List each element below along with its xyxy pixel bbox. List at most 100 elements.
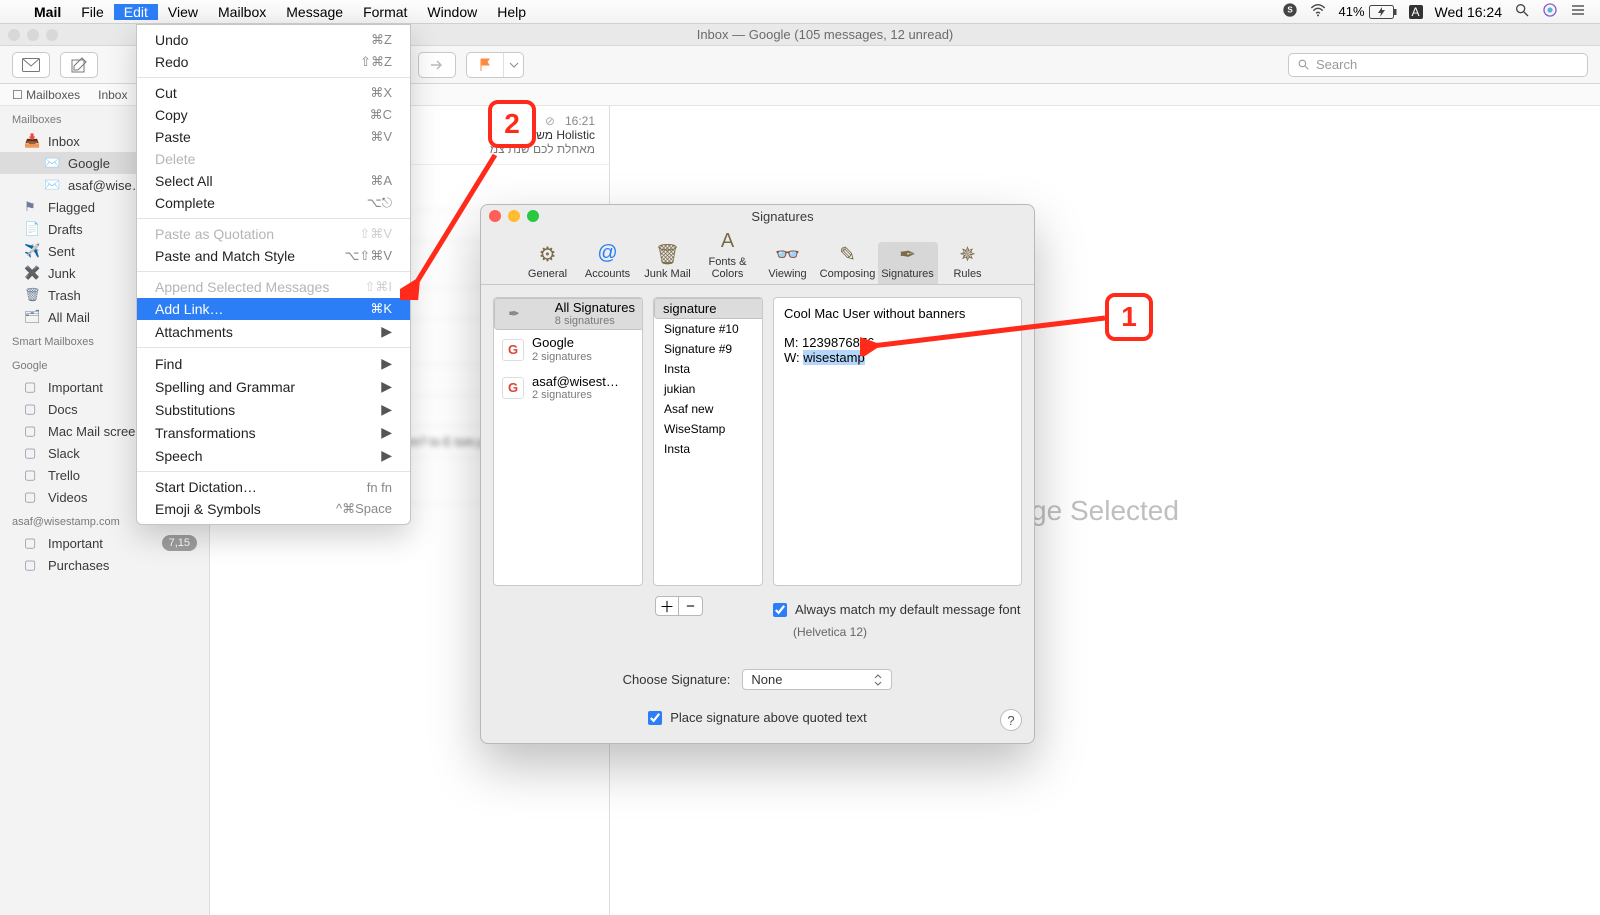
clock[interactable]: Wed 16:24 [1435, 4, 1502, 20]
search-input[interactable]: Search [1288, 53, 1588, 77]
help-button[interactable]: ? [1000, 709, 1022, 731]
sig-list-item[interactable]: Insta [654, 439, 762, 459]
fav-mailboxes[interactable]: ☐ Mailboxes [12, 88, 80, 102]
menu-item-paste-as-quotation: Paste as Quotation ⇧⌘V [137, 223, 410, 245]
pref-tab-accounts[interactable]: @Accounts [578, 242, 638, 284]
pref-tab-junk-mail[interactable]: 🗑Junk Mail [638, 242, 698, 284]
menu-item-label: Paste as Quotation [155, 226, 274, 242]
sig-zoom-button[interactable] [527, 210, 539, 222]
menu-item-attachments[interactable]: Attachments▶ [137, 320, 410, 343]
sig-minimize-button[interactable] [508, 210, 520, 222]
menu-item-paste[interactable]: Paste⌘V [137, 126, 410, 148]
menu-shortcut: ⌥⇧⌘V [344, 248, 392, 264]
menu-window[interactable]: Window [417, 4, 487, 20]
tab-icon: ⚙︎ [534, 242, 562, 266]
sig-editor-line2[interactable]: M: 1239876876 [784, 335, 1011, 350]
menu-edit[interactable]: Edit [114, 4, 158, 20]
notification-center-icon[interactable] [1570, 2, 1586, 21]
sig-account-item[interactable]: Gasaf@wisest…2 signatures [494, 369, 642, 407]
fav-inbox[interactable]: Inbox [98, 88, 127, 102]
svg-text:S: S [1288, 6, 1294, 15]
menu-item-complete[interactable]: Complete⌥⎋ [137, 192, 410, 214]
sidebar-item-important[interactable]: ▢Important7,15 [0, 532, 209, 554]
compose-button[interactable] [13, 53, 49, 77]
pref-tab-composing[interactable]: ✎Composing [818, 242, 878, 284]
pref-tab-rules[interactable]: ✵Rules [938, 242, 998, 284]
menu-format[interactable]: Format [353, 4, 417, 20]
submenu-chevron-icon: ▶ [381, 355, 392, 372]
battery-status[interactable]: 41% [1338, 4, 1396, 19]
close-button[interactable] [8, 29, 20, 41]
forward-button[interactable] [419, 53, 455, 77]
menu-item-redo[interactable]: Redo⇧⌘Z [137, 51, 410, 73]
pref-tab-fonts-colors[interactable]: AFonts & Colors [698, 230, 758, 284]
menu-item-find[interactable]: Find▶ [137, 352, 410, 375]
input-source-badge[interactable]: A [1409, 5, 1423, 19]
folder-icon: ▢ [24, 489, 40, 505]
menu-message[interactable]: Message [276, 4, 353, 20]
menu-mailbox[interactable]: Mailbox [208, 4, 276, 20]
choose-signature-select[interactable]: None [742, 669, 892, 690]
menu-item-paste-and-match-style[interactable]: Paste and Match Style ⌥⇧⌘V [137, 245, 410, 267]
zoom-button[interactable] [46, 29, 58, 41]
tab-icon: 👓 [774, 242, 802, 266]
menu-item-substitutions[interactable]: Substitutions▶ [137, 398, 410, 421]
pref-tab-signatures[interactable]: ✒︎Signatures [878, 242, 938, 284]
app-name[interactable]: Mail [24, 4, 71, 20]
sig-list-item[interactable]: Signature #10 [654, 319, 762, 339]
flag-button[interactable] [467, 53, 503, 77]
sig-signatures-list[interactable]: signatureSignature #10Signature #9Instaj… [653, 297, 763, 586]
siri-icon[interactable] [1542, 2, 1558, 21]
sig-list-item[interactable]: signature [654, 298, 763, 319]
new-message-button[interactable] [61, 53, 97, 77]
sig-editor-line1[interactable]: Cool Mac User without banners [784, 306, 1011, 321]
minimize-button[interactable] [27, 29, 39, 41]
sig-editor-line3[interactable]: W: wisestamp [784, 350, 1011, 365]
battery-percent: 41% [1338, 4, 1364, 19]
account-name: asaf@wisest… [532, 375, 619, 389]
sidebar-item-label: Trash [48, 288, 81, 303]
sig-account-item[interactable]: GGoogle2 signatures [494, 330, 642, 368]
pref-tab-viewing[interactable]: 👓Viewing [758, 242, 818, 284]
wifi-icon[interactable] [1310, 2, 1326, 21]
menu-item-append-selected-messages: Append Selected Messages⇧⌘I [137, 276, 410, 298]
menu-shortcut: ⇧⌘V [359, 226, 392, 242]
menu-item-start-dictation-[interactable]: Start Dictation…fn fn [137, 476, 410, 498]
menu-item-select-all[interactable]: Select All⌘A [137, 170, 410, 192]
menu-item-label: Paste [155, 129, 191, 145]
battery-icon [1369, 5, 1397, 19]
menu-item-undo[interactable]: Undo⌘Z [137, 29, 410, 51]
sig-editor[interactable]: Cool Mac User without banners M: 1239876… [773, 297, 1022, 586]
sig-place-above-checkbox[interactable] [648, 711, 662, 725]
sig-list-item[interactable]: jukian [654, 379, 762, 399]
sig-list-item[interactable]: WiseStamp [654, 419, 762, 439]
menu-item-transformations[interactable]: Transformations▶ [137, 421, 410, 444]
menu-item-label: Paste and Match Style [155, 248, 295, 264]
sig-match-font-checkbox[interactable] [773, 603, 787, 617]
sig-list-item[interactable]: Insta [654, 359, 762, 379]
sig-close-button[interactable] [489, 210, 501, 222]
sig-account-item[interactable]: ✒︎All Signatures8 signatures [494, 298, 643, 330]
menu-item-emoji-symbols[interactable]: Emoji & Symbols^⌘Space [137, 498, 410, 520]
sig-accounts-list[interactable]: ✒︎All Signatures8 signaturesGGoogle2 sig… [493, 297, 643, 586]
skype-icon[interactable]: S [1282, 2, 1298, 21]
sig-list-item[interactable]: Signature #9 [654, 339, 762, 359]
menu-item-speech[interactable]: Speech▶ [137, 444, 410, 467]
menu-help[interactable]: Help [487, 4, 536, 20]
pref-tab-general[interactable]: ⚙︎General [518, 242, 578, 284]
menu-item-copy[interactable]: Copy⌘C [137, 104, 410, 126]
account-name: Google [532, 336, 592, 350]
menu-file[interactable]: File [71, 4, 114, 20]
menu-item-spelling-and-grammar[interactable]: Spelling and Grammar▶ [137, 375, 410, 398]
sig-editor-link-text[interactable]: wisestamp [803, 350, 864, 365]
sidebar-item-purchases[interactable]: ▢Purchases [0, 554, 209, 576]
tab-label: Accounts [585, 268, 630, 280]
unread-badge: 7,15 [162, 535, 197, 551]
sig-list-item[interactable]: Asaf new [654, 399, 762, 419]
menu-view[interactable]: View [158, 4, 208, 20]
flag-dropdown[interactable] [503, 53, 523, 77]
tab-icon: ✎ [834, 242, 862, 266]
menu-item-add-link-[interactable]: Add Link…⌘K [137, 298, 410, 320]
spotlight-icon[interactable] [1514, 2, 1530, 21]
menu-item-cut[interactable]: Cut⌘X [137, 82, 410, 104]
